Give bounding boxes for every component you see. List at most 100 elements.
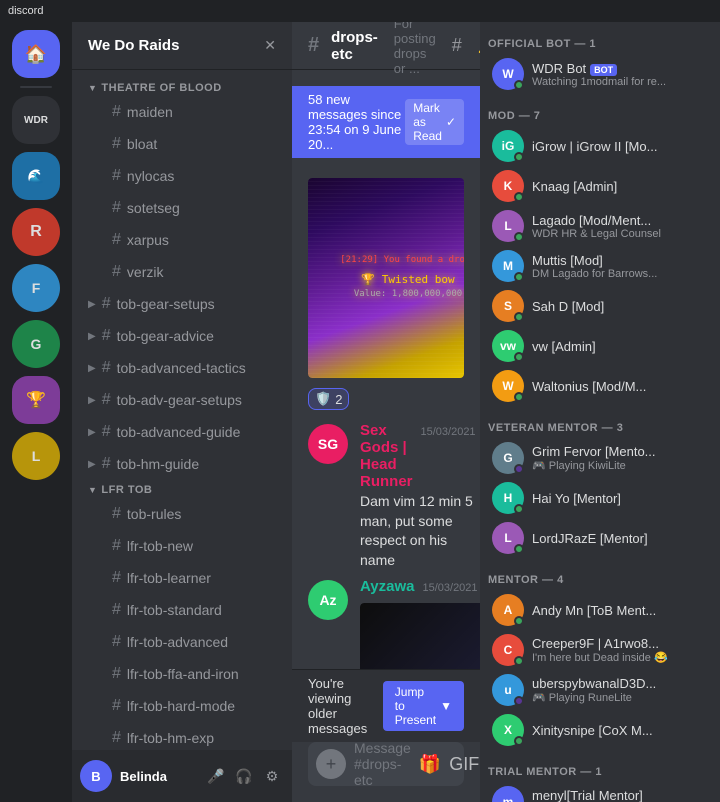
server-icon-4[interactable]: F [12,264,60,312]
member-menyl[interactable]: m menyl[Trial Mentor] 🎮 Playing RuneLite [484,782,716,802]
message-timestamp: 15/03/2021 [421,426,476,438]
member-andy-mn[interactable]: A Andy Mn [ToB Ment... [484,590,716,630]
gift-button[interactable]: 🎁 [419,754,441,775]
message-group-sex-gods: SG Sex Gods | Head Runner 15/03/2021 Dam… [292,418,480,574]
member-category-trial-mentor: TRIAL MENTOR — 1 [480,750,720,782]
member-info-lagado: Lagado [Mod/Ment... WDR HR & Legal Couns… [532,213,708,240]
channel-bloat[interactable]: # bloat [80,128,284,160]
member-name: Creeper9F | A1rwo8... [532,636,708,651]
member-status: 🎮 Playing RuneLite [532,691,708,704]
channel-tob-adv-gear-setups[interactable]: ▶ # tob-adv-gear-setups [80,384,284,416]
member-avatar-hai-yo: H [492,482,524,514]
jump-arrow-icon: ▼ [440,699,452,713]
channel-tob-gear-advice[interactable]: ▶ # tob-gear-advice [80,320,284,352]
member-info-menyl: menyl[Trial Mentor] 🎮 Playing RuneLite [532,788,708,802]
mute-button[interactable]: 🎤 [204,764,228,788]
channel-lfr-tob-learner[interactable]: # lfr-tob-learner [80,562,284,594]
reaction-1[interactable]: 🛡️ 2 [308,388,349,410]
channel-tob-hm-guide[interactable]: ▶ # tob-hm-guide [80,448,284,480]
channel-xarpus[interactable]: # xarpus [80,224,284,256]
channel-verzik[interactable]: # verzik [80,256,284,288]
category-theatre-of-blood[interactable]: ▼ THEATRE OF BLOOD [72,78,292,96]
server-icon-5[interactable]: G [12,320,60,368]
hash-icon: # [112,505,121,523]
channel-name: maiden [127,104,173,120]
expand-arrow: ▶ [88,299,96,310]
channel-lfr-tob-new[interactable]: # lfr-tob-new [80,530,284,562]
channel-lfr-tob-hm-exp[interactable]: # lfr-tob-hm-exp [80,722,284,750]
member-hai-yo[interactable]: H Hai Yo [Mentor] [484,478,716,518]
server-icon-7[interactable]: L [12,432,60,480]
online-dot [514,312,524,322]
member-wdr-bot[interactable]: W WDR BotBOT Watching 1modmail for re... [484,54,716,94]
notification-text: 58 new messages since 23:54 on 9 June 20… [308,92,405,152]
mark-as-read-button[interactable]: Mark as Read ✓ [405,99,464,145]
member-info-lordjraze: LordJRazE [Mentor] [532,531,708,546]
channel-list: ▼ THEATRE OF BLOOD # maiden # bloat # ny… [72,70,292,750]
member-avatar-knaag: K [492,170,524,202]
message-input-box: + Message #drops-etc 🎁 GIF 🖼️ 😊 [308,742,464,786]
game-screenshot-attachment[interactable]: [21:38] --> To Nightmare kill count is: … [360,603,480,669]
server-header[interactable]: We Do Raids ✕ [72,22,292,70]
message-header: Ayzawa 15/03/2021 [360,578,480,595]
channel-name: lfr-tob-learner [127,570,211,586]
member-status: DM Lagado for Barrows... [532,268,708,280]
channel-sotetseg[interactable]: # sotetseg [80,192,284,224]
member-info-igrow: iGrow | iGrow II [Mo... [532,139,708,154]
server-icon-3[interactable]: R [12,208,60,256]
server-icon-we-do-raids[interactable]: WDR [12,96,60,144]
hashtag-icon[interactable]: # [448,31,466,60]
member-lordjraze[interactable]: L LordJRazE [Mentor] [484,518,716,558]
hash-icon: # [112,263,121,281]
server-icon-2[interactable]: 🌊 [12,152,60,200]
member-category-official-bot: OFFICIAL BOT — 1 [480,22,720,54]
channel-tob-advanced-guide[interactable]: ▶ # tob-advanced-guide [80,416,284,448]
member-xinitysnipe[interactable]: X Xinitysnipe [CoX M... [484,710,716,750]
message-input[interactable]: Message #drops-etc [354,740,411,788]
channel-name: verzik [127,264,164,280]
message-placeholder: Message #drops-etc [354,740,411,788]
channel-maiden[interactable]: # maiden [80,96,284,128]
channel-nylocas[interactable]: # nylocas [80,160,284,192]
channel-lfr-tob-advanced[interactable]: # lfr-tob-advanced [80,626,284,658]
game-screenshot: [21:38] --> To Nightmare kill count is: … [360,603,480,669]
member-waltonius[interactable]: W Waltonius [Mod/M... [484,366,716,406]
member-avatar-muttis: M [492,250,524,282]
channel-lfr-tob-hard-mode[interactable]: # lfr-tob-hard-mode [80,690,284,722]
member-name: Muttis [Mod] [532,253,708,268]
online-dot [514,352,524,362]
member-status: I'm here but Dead inside 😂 [532,651,708,664]
member-muttis[interactable]: M Muttis [Mod] DM Lagado for Barrows... [484,246,716,286]
title-bar-text: discord [8,5,43,17]
jump-to-present-button[interactable]: Jump to Present ▼ [383,681,464,731]
hash-icon: # [112,601,121,619]
add-attachment-button[interactable]: + [316,749,346,779]
hash-icon: # [112,167,121,185]
member-creeper9f[interactable]: C Creeper9F | A1rwo8... I'm here but Dea… [484,630,716,670]
server-icon-6[interactable]: 🏆 [12,376,60,424]
member-sahd[interactable]: S Sah D [Mod] [484,286,716,326]
channel-lfr-tob-ffa-and-iron[interactable]: # lfr-tob-ffa-and-iron [80,658,284,690]
channel-tob-advanced-tactics[interactable]: ▶ # tob-advanced-tactics [80,352,284,384]
channel-tob-gear-setups[interactable]: ▶ # tob-gear-setups [80,288,284,320]
member-vw[interactable]: vw vw [Admin] [484,326,716,366]
gaming-dot [514,696,524,706]
channel-tob-rules[interactable]: # tob-rules [80,498,284,530]
gif-button[interactable]: GIF [449,754,479,775]
deafen-button[interactable]: 🎧 [232,764,256,788]
header-actions: # 🔔 📌 👥 Search 🔍 📥 ❓ [448,31,480,60]
member-lagado[interactable]: L Lagado [Mod/Ment... WDR HR & Legal Cou… [484,206,716,246]
member-uberspybwana[interactable]: u uberspybwanalD3D... 🎮 Playing RuneLite [484,670,716,710]
member-grim-fervor[interactable]: G Grim Fervor [Mento... 🎮 Playing KiwiLi… [484,438,716,478]
notification-bar: 58 new messages since 23:54 on 9 June 20… [292,86,480,158]
channel-lfr-tob-standard[interactable]: # lfr-tob-standard [80,594,284,626]
channel-name: tob-rules [127,506,181,522]
online-dot [514,616,524,626]
member-igrow[interactable]: iG iGrow | iGrow II [Mo... [484,126,716,166]
member-name: uberspybwanalD3D... [532,676,708,691]
settings-button[interactable]: ⚙ [260,764,284,788]
category-lfr-tob[interactable]: ▼ LFR TOB [72,480,292,498]
server-icon-home[interactable]: 🏠 [12,30,60,78]
member-info-knaag: Knaag [Admin] [532,179,708,194]
member-knaag[interactable]: K Knaag [Admin] [484,166,716,206]
